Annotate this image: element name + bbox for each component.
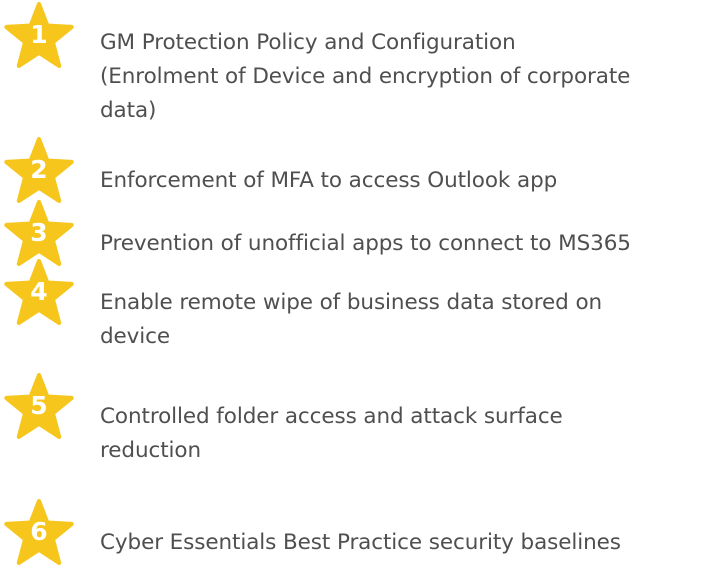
item-text: Enable remote wipe of business data stor… (100, 286, 710, 354)
star-icon: 6 (4, 499, 74, 565)
step-number: 5 (30, 391, 48, 420)
item-text-line: Prevention of unofficial apps to connect… (100, 231, 631, 256)
item-text-line: data) (100, 98, 157, 123)
star-icon: 2 (4, 137, 74, 203)
item-text-line: Cyber Essentials Best Practice security … (100, 530, 621, 555)
item-text-line: Enable remote wipe of business data stor… (100, 290, 603, 315)
step-number: 6 (30, 517, 48, 546)
item-text-line: Enforcement of MFA to access Outlook app (100, 168, 558, 193)
star-icon: 5 (4, 373, 74, 439)
item-text-line: reduction (100, 438, 201, 463)
item-text-line: device (100, 324, 171, 349)
item-text: GM Protection Policy and Configuration (… (100, 26, 710, 128)
star-icon: 3 (4, 200, 74, 266)
star-icon: 4 (4, 259, 74, 325)
item-text: Prevention of unofficial apps to connect… (100, 227, 710, 261)
star-icon: 1 (4, 2, 74, 68)
step-number: 4 (30, 277, 48, 306)
item-text-line: GM Protection Policy and Configuration (100, 30, 516, 55)
item-text: Cyber Essentials Best Practice security … (100, 526, 710, 560)
item-text: Enforcement of MFA to access Outlook app (100, 164, 710, 198)
item-text: Controlled folder access and attack surf… (100, 400, 710, 468)
step-number: 1 (30, 20, 48, 49)
step-number: 2 (30, 155, 48, 184)
step-number: 3 (30, 218, 48, 247)
item-text-line: (Enrolment of Device and encryption of c… (100, 64, 631, 89)
item-text-line: Controlled folder access and attack surf… (100, 404, 563, 429)
